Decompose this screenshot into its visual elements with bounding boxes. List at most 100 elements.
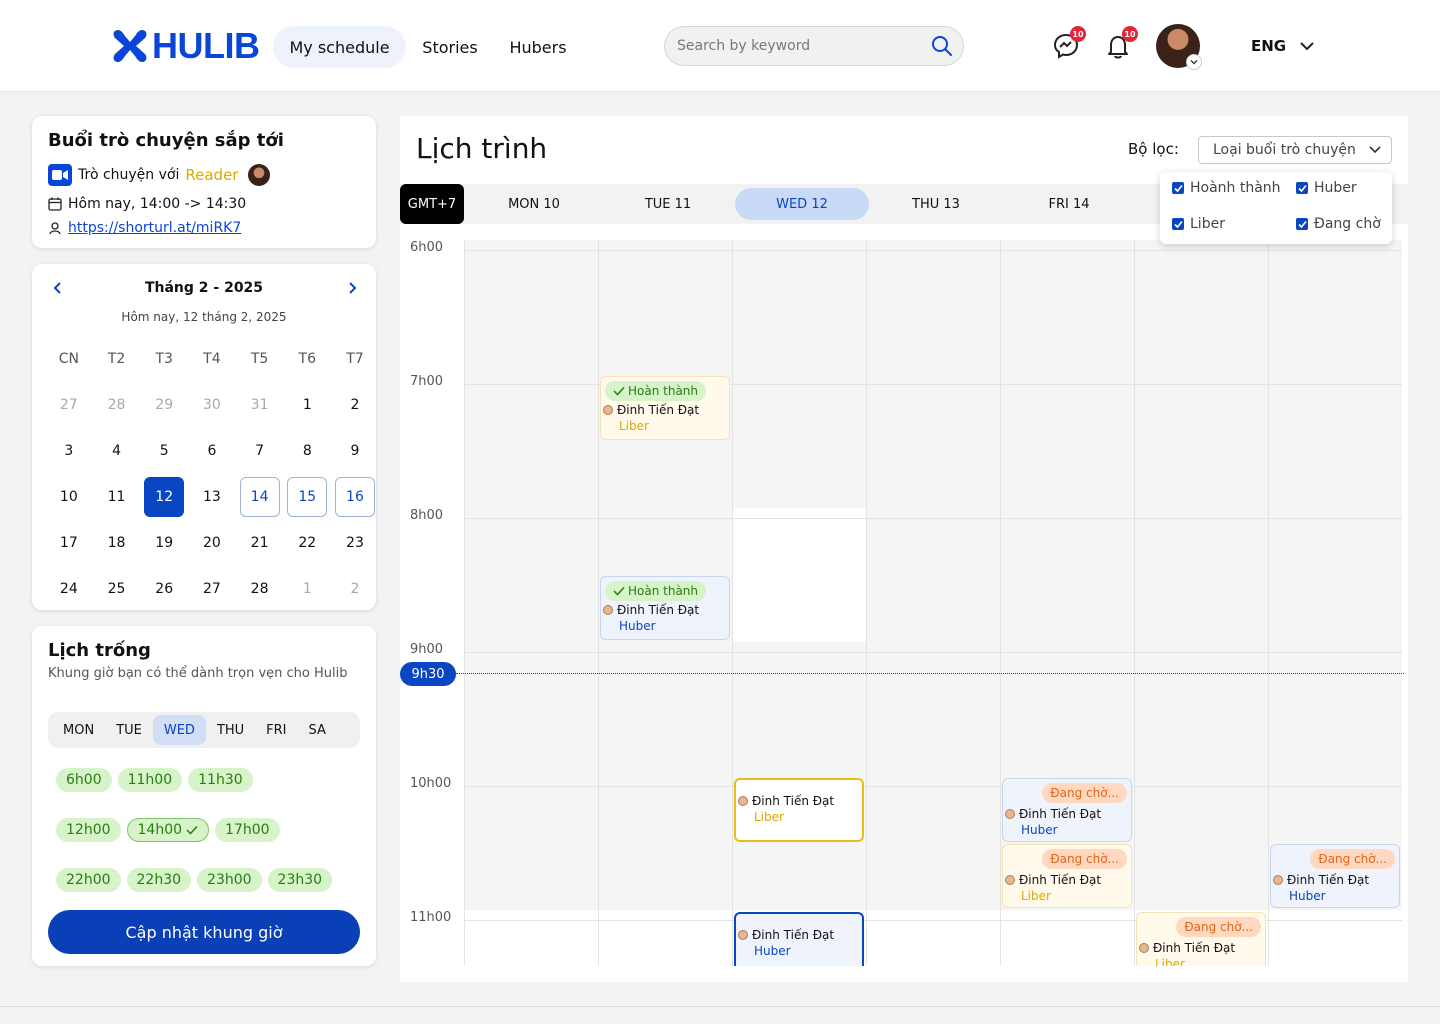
- schedule-event[interactable]: Đang chờ... Đinh Tiến Đạt Huber: [1002, 778, 1132, 842]
- weekday-header: T6: [298, 351, 317, 367]
- filter-option-pending[interactable]: Đang chờ: [1296, 216, 1381, 232]
- time-slot[interactable]: 17h00: [215, 818, 280, 842]
- calendar-day[interactable]: 6: [188, 428, 236, 474]
- day-column-header[interactable]: THU 13: [869, 188, 1003, 220]
- filter-option-huber[interactable]: Huber: [1296, 180, 1357, 196]
- calendar-day[interactable]: 1: [283, 382, 331, 428]
- filter-option-liber[interactable]: Liber: [1172, 216, 1225, 232]
- search-bar: [664, 26, 964, 66]
- notification-button[interactable]: 10: [1102, 26, 1138, 62]
- time-slot[interactable]: 23h00: [197, 868, 262, 892]
- meeting-link[interactable]: https://shorturl.at/miRK7: [68, 220, 241, 236]
- past-cell-shade: [866, 776, 1000, 910]
- time-slot[interactable]: 6h00: [56, 768, 112, 792]
- schedule-event[interactable]: Đinh Tiến Đạt Liber: [734, 778, 864, 842]
- status-tag-completed: Hoàn thành: [605, 581, 707, 601]
- calendar-day[interactable]: 19: [140, 520, 188, 566]
- search-icon[interactable]: [931, 35, 953, 57]
- day-column-header[interactable]: MON 10: [467, 188, 601, 220]
- time-slot[interactable]: 11h00: [117, 768, 183, 792]
- time-slot-label: 23h00: [207, 872, 252, 888]
- calendar-day[interactable]: 5: [140, 428, 188, 474]
- event-person: Đinh Tiến Đạt: [1005, 807, 1101, 821]
- hulib-logo[interactable]: HULIB: [112, 25, 260, 66]
- weekday-header: T3: [155, 351, 173, 367]
- calendar-day[interactable]: 17: [45, 520, 93, 566]
- filter-option-completed[interactable]: Hoành thành: [1172, 180, 1281, 196]
- calendar-day[interactable]: 13: [188, 474, 236, 520]
- time-slot[interactable]: 14h00: [126, 818, 210, 842]
- schedule-event[interactable]: Đang chờ... Đinh Tiến Đạt Liber: [1002, 844, 1132, 908]
- calendar-day[interactable]: 20: [188, 520, 236, 566]
- calendar-day[interactable]: 18: [93, 520, 141, 566]
- calendar-day[interactable]: 31: [236, 382, 284, 428]
- calendar-day[interactable]: 24: [45, 566, 93, 612]
- schedule-event[interactable]: Hoàn thành Đinh Tiến Đạt Liber: [600, 376, 730, 440]
- calendar-day[interactable]: 4: [93, 428, 141, 474]
- day-tab[interactable]: WED: [152, 715, 206, 745]
- day-tab[interactable]: SA: [298, 715, 337, 745]
- calendar-day[interactable]: 21: [236, 520, 284, 566]
- timezone-badge[interactable]: GMT+7: [400, 184, 464, 224]
- day-tab[interactable]: THU: [206, 715, 255, 745]
- calendar-day[interactable]: 11: [93, 474, 141, 520]
- person-name: Đinh Tiến Đạt: [1287, 873, 1370, 887]
- calendar-day[interactable]: 8: [283, 428, 331, 474]
- time-slot[interactable]: 23h30: [267, 868, 333, 892]
- calendar-day[interactable]: 27: [45, 382, 93, 428]
- calendar-day[interactable]: 25: [93, 566, 141, 612]
- calendar-day[interactable]: 2: [331, 566, 379, 612]
- time-slot[interactable]: 22h30: [126, 868, 192, 892]
- day-column-header[interactable]: WED 12: [735, 188, 869, 220]
- schedule-event[interactable]: Đang chờ... Đinh Tiến Đạt Huber: [1270, 844, 1400, 908]
- calendar-day[interactable]: 26: [140, 566, 188, 612]
- time-slot-label: 17h00: [225, 822, 270, 838]
- search-input[interactable]: [677, 38, 931, 54]
- calendar-day[interactable]: 2: [331, 382, 379, 428]
- calendar-day[interactable]: 16: [331, 474, 379, 520]
- calendar-day[interactable]: 7: [236, 428, 284, 474]
- day-tab[interactable]: MON: [52, 715, 105, 745]
- nav-my-schedule[interactable]: My schedule: [273, 26, 406, 68]
- day-column-header[interactable]: FRI 14: [1002, 188, 1136, 220]
- schedule-event[interactable]: Đinh Tiến Đạt Huber: [734, 912, 864, 966]
- person-avatar-icon: [603, 605, 613, 615]
- event-person: Đinh Tiến Đạt: [603, 603, 699, 617]
- person-name: Đinh Tiến Đạt: [1019, 873, 1102, 887]
- time-slot[interactable]: 22h00: [56, 868, 121, 892]
- nav-stories[interactable]: Stories: [412, 26, 488, 68]
- user-avatar[interactable]: [1156, 24, 1202, 70]
- calendar-day[interactable]: 22: [283, 520, 331, 566]
- calendar-day[interactable]: 28: [93, 382, 141, 428]
- nav-hubers[interactable]: Hubers: [498, 26, 578, 68]
- calendar-today-label: Hôm nay, 12 tháng 2, 2025: [121, 310, 287, 324]
- time-slot[interactable]: 12h00: [56, 818, 121, 842]
- calendar-day[interactable]: 23: [331, 520, 379, 566]
- calendar-day[interactable]: 27: [188, 566, 236, 612]
- calendar-day[interactable]: 12: [140, 474, 188, 520]
- day-tab[interactable]: FRI: [255, 715, 297, 745]
- hour-label: 9h00: [410, 642, 444, 657]
- update-slots-button[interactable]: Cập nhật khung giờ: [48, 910, 360, 954]
- calendar-day[interactable]: 9: [331, 428, 379, 474]
- reader-avatar[interactable]: [248, 164, 271, 186]
- calendar-day[interactable]: 28: [236, 566, 284, 612]
- calendar-day[interactable]: 30: [188, 382, 236, 428]
- schedule-event[interactable]: Đang chờ... Đinh Tiến Đạt Liber: [1136, 912, 1266, 966]
- calendar-day[interactable]: 3: [45, 428, 93, 474]
- calendar-day[interactable]: 15: [283, 474, 331, 520]
- calendar-day[interactable]: 10: [45, 474, 93, 520]
- time-slot[interactable]: 11h30: [188, 768, 253, 792]
- day-column-header[interactable]: TUE 11: [601, 188, 735, 220]
- filter-select[interactable]: Loại buổi trò chuyện: [1198, 136, 1392, 164]
- schedule-event[interactable]: Hoàn thành Đinh Tiến Đạt Huber: [600, 576, 730, 640]
- next-month-icon[interactable]: [342, 278, 362, 298]
- event-role: Huber: [754, 944, 791, 958]
- language-selector[interactable]: ENG: [1251, 34, 1314, 58]
- day-tab[interactable]: TUE: [105, 715, 153, 745]
- time-slot-label: 6h00: [66, 772, 102, 788]
- calendar-day[interactable]: 1: [283, 566, 331, 612]
- messenger-button[interactable]: 10: [1050, 26, 1086, 62]
- calendar-day[interactable]: 29: [140, 382, 188, 428]
- calendar-day[interactable]: 14: [236, 474, 284, 520]
